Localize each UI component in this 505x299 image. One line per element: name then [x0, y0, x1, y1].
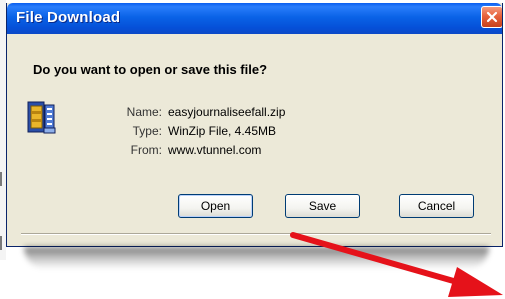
file-source-label: From: — [130, 143, 162, 157]
open-button[interactable]: Open — [178, 194, 253, 218]
file-download-dialog: File Download Do you want to open or sav… — [6, 3, 503, 247]
file-info: Name: easyjournaliseefall.zip Type: WinZip… — [117, 103, 286, 160]
dialog-title: File Download — [16, 9, 121, 26]
file-type-label: Type: — [132, 124, 162, 138]
title-bar[interactable]: File Download — [7, 3, 502, 34]
close-icon — [486, 11, 498, 23]
file-source-value: www.vtunnel.com — [168, 143, 262, 157]
file-name-row: Name: easyjournaliseefall.zip — [117, 103, 286, 122]
file-name-value: easyjournaliseefall.zip — [168, 105, 286, 119]
background-window-mark — [0, 172, 2, 186]
red-arrow-icon — [290, 232, 503, 297]
dialog-question: Do you want to open or save this file? — [33, 62, 268, 77]
close-button[interactable] — [481, 6, 502, 28]
cancel-button[interactable]: Cancel — [399, 194, 474, 218]
file-name-label: Name: — [126, 105, 162, 119]
file-type-value: WinZip File, 4.45MB — [168, 124, 277, 138]
save-button[interactable]: Save — [285, 194, 360, 218]
winzip-file-icon — [27, 99, 59, 135]
file-source-row: From: www.vtunnel.com — [117, 141, 285, 160]
background-window-mark — [0, 236, 2, 250]
file-type-row: Type: WinZip File, 4.45MB — [117, 122, 285, 141]
